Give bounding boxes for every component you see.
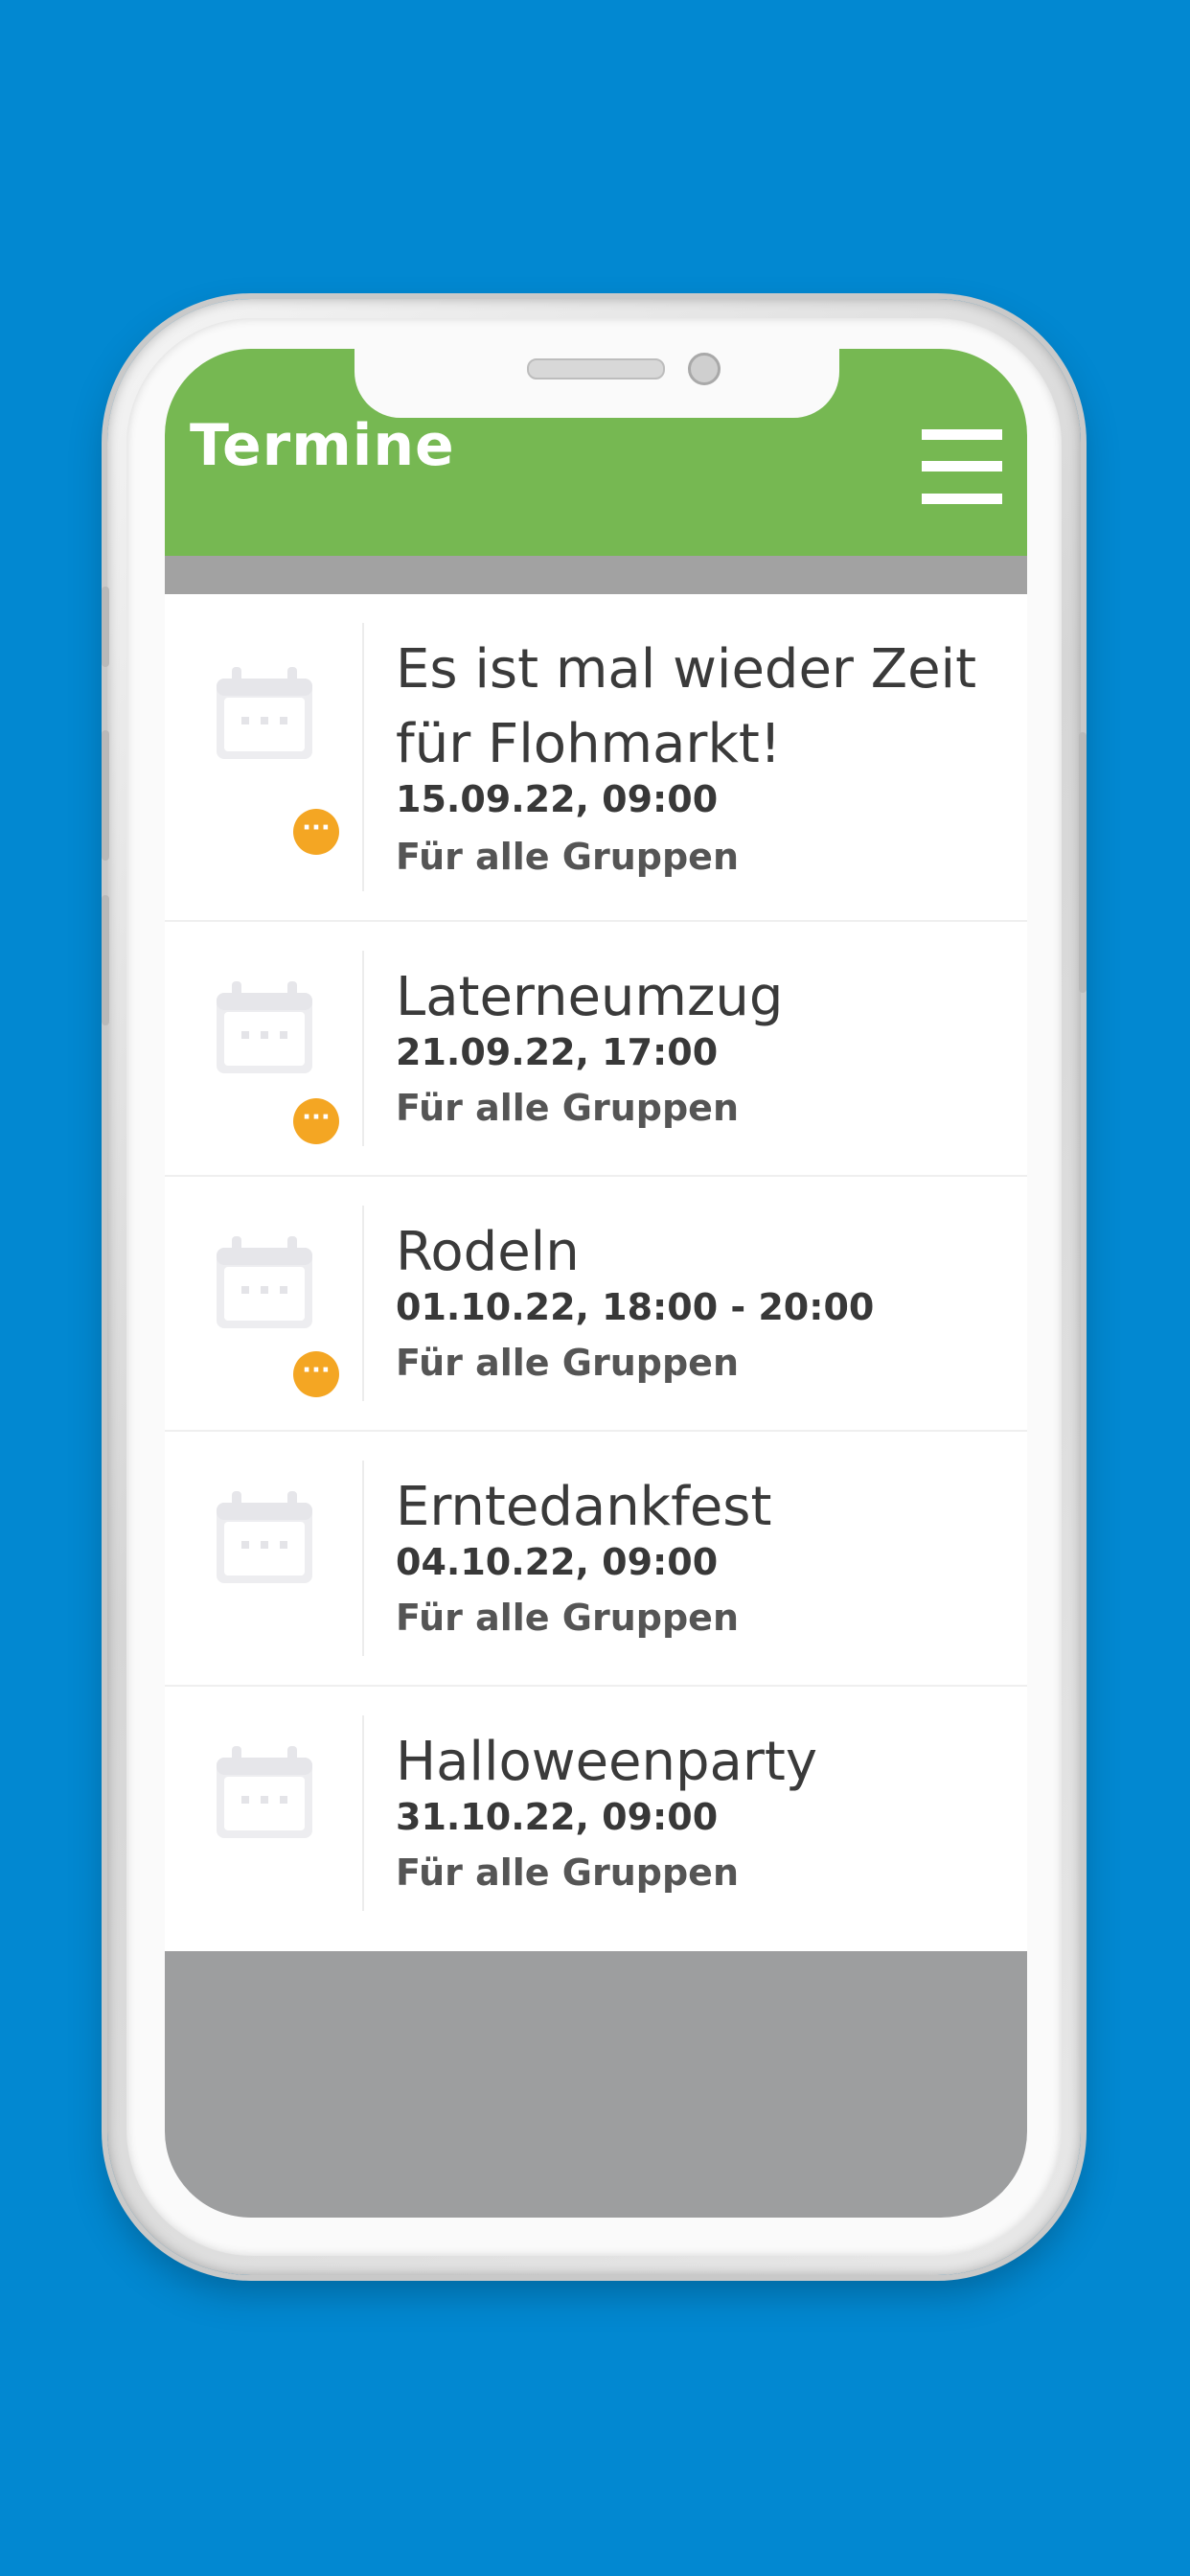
event-group: Für alle Gruppen: [396, 1087, 739, 1129]
event-title: Erntedankfest: [396, 1476, 772, 1538]
footer-area: [165, 1951, 1027, 2218]
front-camera: [688, 353, 721, 385]
event-title: Es ist mal wieder Zeit für Flohmarkt!: [396, 638, 977, 775]
more-dots-icon[interactable]: ···: [293, 1351, 339, 1397]
power-button: [1079, 732, 1087, 993]
event-group: Für alle Gruppen: [396, 1597, 739, 1639]
event-item[interactable]: ··· Rodeln 01.10.22, 18:00 - 20:00 Für a…: [165, 1177, 1027, 1432]
event-date: 31.10.22, 09:00: [396, 1796, 719, 1838]
calendar-icon: [217, 667, 312, 759]
event-title: Halloweenparty: [396, 1731, 817, 1793]
more-dots-icon[interactable]: ···: [293, 809, 339, 855]
page-title: Termine: [190, 412, 455, 479]
row-divider: [362, 1206, 364, 1401]
event-date: 15.09.22, 09:00: [396, 778, 719, 820]
event-group: Für alle Gruppen: [396, 1342, 739, 1384]
volume-up-button: [102, 730, 109, 861]
event-item[interactable]: ··· Es ist mal wieder Zeit für Flohmarkt…: [165, 594, 1027, 922]
event-item[interactable]: Halloweenparty 31.10.22, 09:00 Für alle …: [165, 1687, 1027, 1942]
calendar-icon: [217, 1746, 312, 1838]
event-title: Rodeln: [396, 1221, 580, 1283]
row-divider: [362, 623, 364, 891]
row-divider: [362, 1715, 364, 1911]
app-screen: Termine ··· Es ist mal wieder Zeit für F…: [165, 349, 1027, 2218]
hamburger-menu-icon[interactable]: [922, 429, 1002, 504]
more-dots-icon[interactable]: ···: [293, 1098, 339, 1144]
notch: [355, 349, 839, 418]
calendar-icon: [217, 1236, 312, 1328]
row-divider: [362, 1460, 364, 1656]
speaker-grille: [527, 358, 665, 380]
event-date: 04.10.22, 09:00: [396, 1541, 719, 1583]
event-title: Laterneumzug: [396, 966, 784, 1028]
event-item[interactable]: ··· Laterneumzug 21.09.22, 17:00 Für all…: [165, 922, 1027, 1177]
event-date: 01.10.22, 18:00 - 20:00: [396, 1286, 875, 1328]
event-list: ··· Es ist mal wieder Zeit für Flohmarkt…: [165, 594, 1027, 1942]
event-date: 21.09.22, 17:00: [396, 1031, 719, 1073]
mute-switch: [102, 586, 109, 667]
event-group: Für alle Gruppen: [396, 836, 739, 878]
calendar-icon: [217, 1491, 312, 1583]
row-divider: [362, 951, 364, 1146]
event-group: Für alle Gruppen: [396, 1852, 739, 1894]
volume-down-button: [102, 895, 109, 1025]
event-item[interactable]: Erntedankfest 04.10.22, 09:00 Für alle G…: [165, 1432, 1027, 1687]
header-subbar: [165, 556, 1027, 594]
calendar-icon: [217, 981, 312, 1073]
